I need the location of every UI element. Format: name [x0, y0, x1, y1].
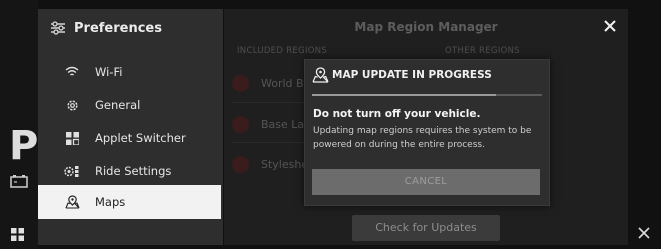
sidebar-item-maps[interactable]: Maps — [38, 185, 221, 219]
region-row[interactable]: Styleshe — [232, 154, 308, 174]
battery-icon — [10, 175, 28, 188]
sidebar-item-ride-settings[interactable]: Ride Settings — [38, 155, 221, 187]
ride-settings-icon — [64, 163, 80, 179]
dialog-title: MAP UPDATE IN PROGRESS — [332, 69, 492, 81]
sidebar-item-wifi[interactable]: Wi-Fi — [38, 56, 221, 88]
dialog-warning: Do not turn off your vehicle. — [313, 108, 481, 120]
sliders-icon — [51, 21, 65, 35]
park-gear-indicator: P — [9, 123, 39, 169]
close-icon[interactable] — [604, 20, 616, 32]
map-icon — [312, 67, 329, 83]
map-icon — [64, 194, 80, 210]
applet-grid-icon — [64, 130, 80, 146]
wifi-icon — [64, 64, 80, 80]
remove-region-icon[interactable] — [232, 155, 249, 173]
preferences-title: Preferences — [74, 21, 162, 36]
sidebar-item-general[interactable]: General — [38, 89, 221, 121]
map-update-dialog: MAP UPDATE IN PROGRESS Do not turn off y… — [304, 59, 550, 206]
sidebar-item-label: General — [95, 98, 141, 112]
update-progress-bar — [312, 94, 542, 96]
region-name: World Ba — [261, 76, 311, 90]
left-status-strip: P — [0, 0, 38, 249]
screen: P Preferences Wi-Fi General Applet Switc… — [0, 0, 661, 249]
other-regions-header: OTHER REGIONS — [445, 46, 520, 56]
sidebar-item-label: Maps — [95, 195, 126, 209]
close-icon[interactable] — [637, 226, 651, 240]
check-for-updates-button[interactable]: Check for Updates — [352, 215, 500, 241]
progress-fill — [312, 94, 496, 96]
region-name: Styleshe — [261, 157, 309, 171]
preferences-panel: Preferences Wi-Fi General Applet Switche… — [38, 9, 223, 245]
included-regions-header: INCLUDED REGIONS — [237, 46, 328, 56]
dialog-body: Updating map regions requires the system… — [313, 126, 532, 150]
sidebar-item-label: Applet Switcher — [95, 131, 186, 145]
gear-icon — [64, 97, 80, 113]
manager-title: Map Region Manager — [354, 20, 498, 34]
region-row[interactable]: Base Lay — [232, 114, 311, 134]
sidebar-item-applet-switcher[interactable]: Applet Switcher — [38, 122, 221, 154]
cancel-button[interactable]: CANCEL — [312, 169, 540, 195]
sidebar-item-label: Ride Settings — [95, 164, 172, 178]
region-row[interactable]: World Ba — [232, 73, 310, 93]
remove-region-icon[interactable] — [232, 115, 249, 133]
remove-region-icon[interactable] — [232, 74, 249, 92]
apps-grid-icon[interactable] — [11, 228, 24, 241]
sidebar-item-label: Wi-Fi — [95, 65, 123, 79]
preferences-header: Preferences — [38, 9, 223, 47]
